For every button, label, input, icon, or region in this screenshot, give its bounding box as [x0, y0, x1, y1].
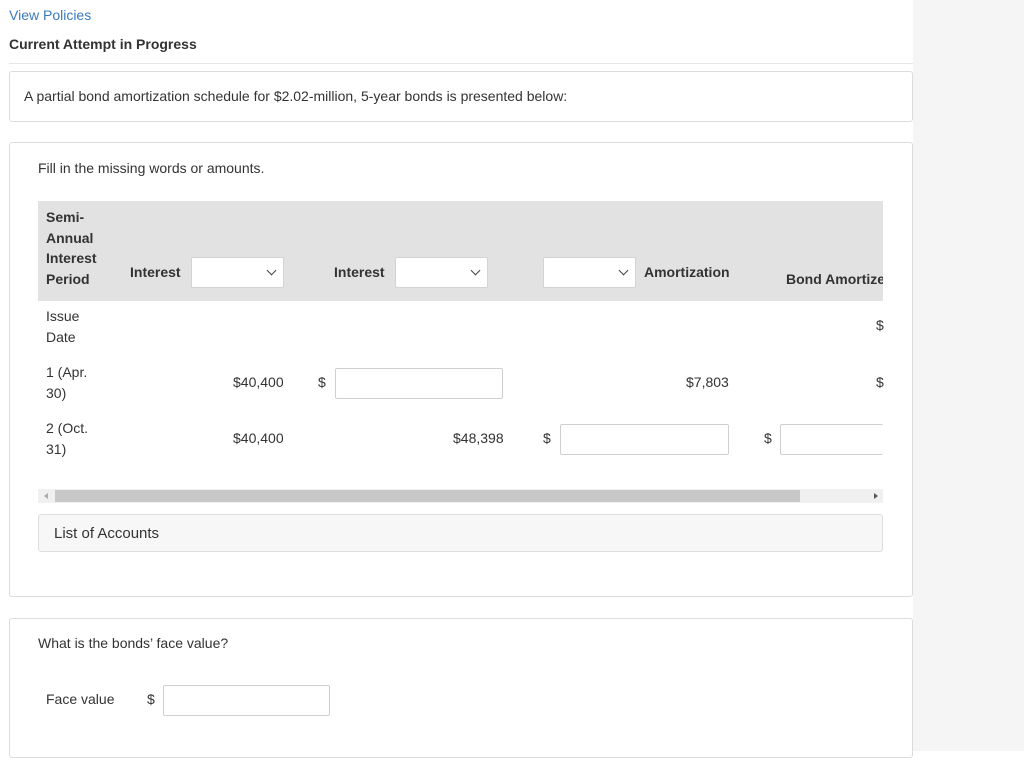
dollar-sign: $ — [876, 317, 884, 333]
column-header-dropdown-2[interactable] — [395, 257, 488, 288]
dollar-sign: $ — [543, 430, 551, 446]
period-line: Issue — [46, 308, 80, 324]
row-1-period: 1 (Apr. 30) — [46, 362, 87, 403]
scrollbar-thumb[interactable] — [55, 490, 800, 502]
dollar-sign: $ — [876, 374, 884, 390]
dollar-sign: $ — [147, 691, 155, 707]
chevron-down-icon — [470, 265, 481, 276]
intro-panel: A partial bond amortization schedule for… — [9, 71, 913, 122]
row-2-interest-paid: $40,400 — [233, 430, 284, 446]
column-header-dropdown-1[interactable] — [191, 257, 284, 288]
header-period-line: Annual — [46, 229, 94, 246]
list-of-accounts-label: List of Accounts — [54, 525, 160, 542]
attempt-status: Current Attempt in Progress — [9, 36, 197, 52]
scroll-left-arrow-icon[interactable] — [44, 493, 48, 499]
period-line: Date — [46, 328, 76, 345]
column-header-interest-2: Interest — [334, 264, 385, 280]
period-line: 30) — [46, 384, 67, 401]
question-panel: What is the bonds’ face value? Face valu… — [9, 618, 913, 758]
dollar-sign: $ — [318, 374, 326, 390]
period-line: 1 (Apr. — [46, 364, 88, 380]
header-period-line: Period — [46, 270, 90, 287]
list-of-accounts-button[interactable]: List of Accounts — [38, 514, 883, 552]
view-policies-link[interactable]: View Policies — [9, 7, 91, 23]
column-header-bond-amortize: Bond Amortize — [786, 271, 883, 287]
face-value-input[interactable] — [163, 685, 330, 716]
row-2-bond-amortize-input[interactable] — [780, 424, 883, 455]
period-line: 31) — [46, 440, 67, 457]
dollar-sign: $ — [764, 430, 772, 446]
row-issue-date-period: Issue Date — [46, 306, 79, 347]
column-header-amortization: Amortization — [644, 264, 730, 280]
chevron-down-icon — [266, 265, 277, 276]
exercise-panel: Fill in the missing words or amounts. Se… — [9, 142, 913, 597]
row-2-amortization-input[interactable] — [560, 424, 729, 455]
divider — [9, 63, 913, 64]
right-gutter — [913, 0, 1024, 751]
row-1-amortization: $7,803 — [686, 374, 729, 390]
row-2-period: 2 (Oct. 31) — [46, 418, 88, 459]
period-line: 2 (Oct. — [46, 420, 89, 436]
intro-text: A partial bond amortization schedule for… — [24, 88, 568, 104]
column-header-period: Semi- Annual Interest Period — [46, 207, 97, 289]
chevron-down-icon — [618, 265, 629, 276]
header-period-line: Semi- — [46, 209, 85, 225]
scroll-right-arrow-icon[interactable] — [874, 493, 878, 499]
header-period-line: Interest — [46, 250, 97, 266]
row-2-interest-expense: $48,398 — [453, 430, 504, 446]
instruction-text: Fill in the missing words or amounts. — [38, 160, 265, 176]
column-header-dropdown-3[interactable] — [543, 257, 636, 288]
row-1-interest-expense-input[interactable] — [335, 368, 503, 399]
column-header-interest-1: Interest — [130, 264, 181, 280]
question-text: What is the bonds’ face value? — [38, 635, 229, 651]
row-1-interest-paid: $40,400 — [233, 374, 284, 390]
face-value-label: Face value — [46, 691, 115, 707]
